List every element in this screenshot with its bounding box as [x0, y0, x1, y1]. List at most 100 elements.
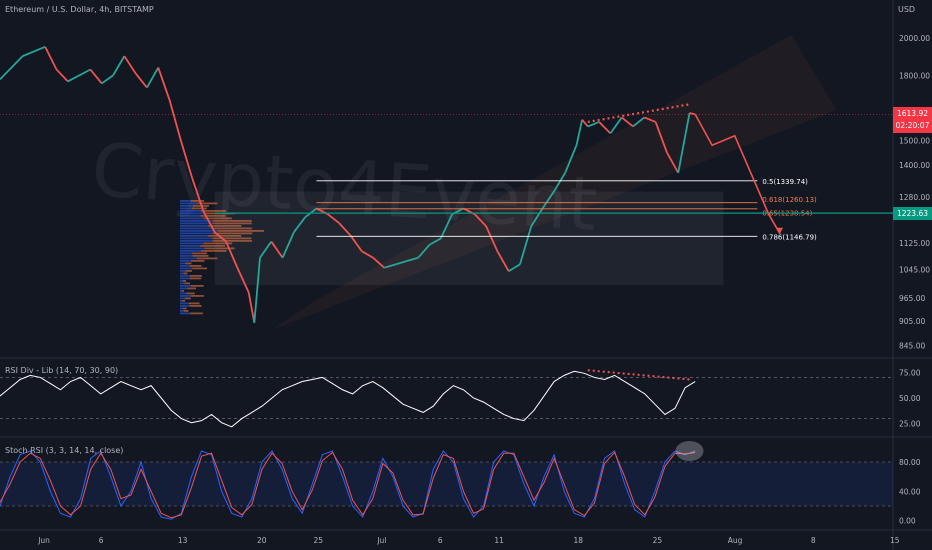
time-tick-label: Jun	[37, 536, 50, 545]
chart-title: Ethereum / U.S. Dollar, 4h, BITSTAMP	[5, 5, 154, 14]
volume-bar	[180, 287, 188, 290]
volume-bar	[180, 295, 191, 297]
time-tick-label: 6	[99, 536, 104, 545]
volume-bar	[192, 267, 208, 270]
time-tick-label: 6	[438, 536, 443, 545]
volume-bar	[180, 252, 193, 255]
volume-bar	[200, 245, 226, 247]
time-tick-label: 13	[178, 536, 188, 545]
volume-bar	[180, 207, 193, 210]
price-tick-label: 1045.00	[899, 265, 930, 274]
fib-level-label: 0.786(1146.79)	[762, 233, 817, 241]
volume-bar	[180, 312, 191, 315]
stoch-tick-label: 40.00	[899, 487, 921, 496]
volume-bar	[212, 237, 252, 240]
volume-bar	[180, 237, 213, 240]
volume-bar	[180, 227, 213, 230]
stoch-tick-label: 0.00	[899, 517, 916, 526]
volume-bar	[196, 257, 218, 260]
volume-bar	[212, 220, 252, 222]
volume-bar	[180, 202, 197, 205]
volume-bar	[180, 245, 201, 247]
volume-bar	[180, 285, 191, 287]
volume-bar	[190, 312, 203, 315]
time-tick-label: 11	[494, 536, 504, 545]
trading-chart: Crypto4Event 0.5(1339.74)0.618(1260.13)0.…	[0, 0, 932, 550]
volume-bar	[180, 305, 190, 307]
fib-level-label: 0.618(1260.13)	[762, 196, 817, 204]
volume-bar	[180, 217, 204, 220]
price-tick-label: 905.00	[899, 317, 925, 326]
volume-bar	[190, 295, 204, 297]
time-tick-label: 15	[890, 536, 900, 545]
stoch-tick-label: 80.00	[899, 458, 921, 467]
volume-bar	[180, 212, 205, 215]
volume-bar	[212, 240, 253, 242]
volume-bar	[183, 272, 188, 275]
volume-bar	[180, 222, 213, 225]
volume-bar	[180, 270, 186, 272]
price-tick-label: 1400.00	[899, 161, 930, 170]
volume-bar	[192, 252, 207, 255]
volume-bar	[180, 232, 213, 235]
time-tick-label: 25	[314, 536, 324, 545]
fib-level-label: 0.5(1339.74)	[762, 178, 808, 186]
price-tick-label: 965.00	[899, 294, 925, 303]
volume-bar	[192, 255, 209, 257]
time-tick-label: Aug	[728, 536, 743, 545]
volume-bar	[189, 265, 202, 267]
current-price-value: 1613.92	[896, 109, 928, 118]
volume-bar	[180, 307, 183, 310]
volume-bar	[180, 255, 193, 257]
currency-label: USD	[898, 5, 916, 14]
volume-bar	[180, 240, 213, 242]
volume-bar	[180, 277, 190, 280]
volume-bar	[180, 200, 191, 202]
price-tick-label: 2000.00	[899, 34, 930, 43]
volume-bar	[180, 205, 194, 207]
volume-bar	[212, 222, 252, 225]
candle-countdown: 02:20:07	[895, 121, 930, 130]
support-price-tag: 1223.63	[893, 207, 932, 220]
volume-bar	[217, 230, 264, 232]
volume-bar	[180, 282, 185, 285]
volume-bar	[181, 290, 185, 292]
volume-bar	[180, 235, 208, 237]
volume-bar	[188, 302, 200, 305]
volume-bar	[180, 300, 183, 302]
volume-bar	[180, 257, 197, 260]
volume-bar	[180, 250, 201, 252]
volume-bar	[190, 200, 205, 202]
time-tick-label: 25	[653, 536, 663, 545]
volume-bar	[182, 307, 187, 310]
price-tick-label: 1125.00	[899, 239, 930, 248]
volume-bar	[180, 265, 190, 267]
volume-bar	[180, 292, 187, 295]
volume-bar	[185, 262, 192, 265]
volume-bar	[200, 215, 226, 217]
volume-bar	[180, 260, 192, 262]
volume-bar	[180, 225, 208, 227]
volume-bar	[180, 290, 182, 292]
volume-bar	[189, 305, 202, 307]
time-tick-label: 8	[811, 536, 816, 545]
rsi-tick-label: 50.00	[899, 394, 921, 403]
volume-bar	[180, 267, 193, 270]
volume-bar	[190, 285, 204, 287]
volume-bar	[180, 242, 204, 245]
volume-bar	[180, 247, 205, 250]
current-price-tag: 1613.92 02:20:07	[893, 107, 932, 133]
volume-bar	[180, 280, 183, 282]
volume-bar	[192, 207, 207, 210]
time-tick-label: Jul	[376, 536, 386, 545]
volume-bar	[200, 250, 227, 252]
volume-bar	[180, 210, 201, 212]
volume-bar	[180, 275, 190, 277]
volume-bar	[184, 297, 191, 300]
rsi-title: RSI Div - Lib (14, 70, 30, 90)	[5, 366, 119, 375]
price-tick-label: 1800.00	[899, 71, 930, 80]
rsi-tick-label: 75.00	[899, 368, 921, 377]
volume-bar	[180, 272, 184, 275]
price-tick-label: 1280.00	[899, 193, 930, 202]
volume-bar	[182, 300, 186, 302]
